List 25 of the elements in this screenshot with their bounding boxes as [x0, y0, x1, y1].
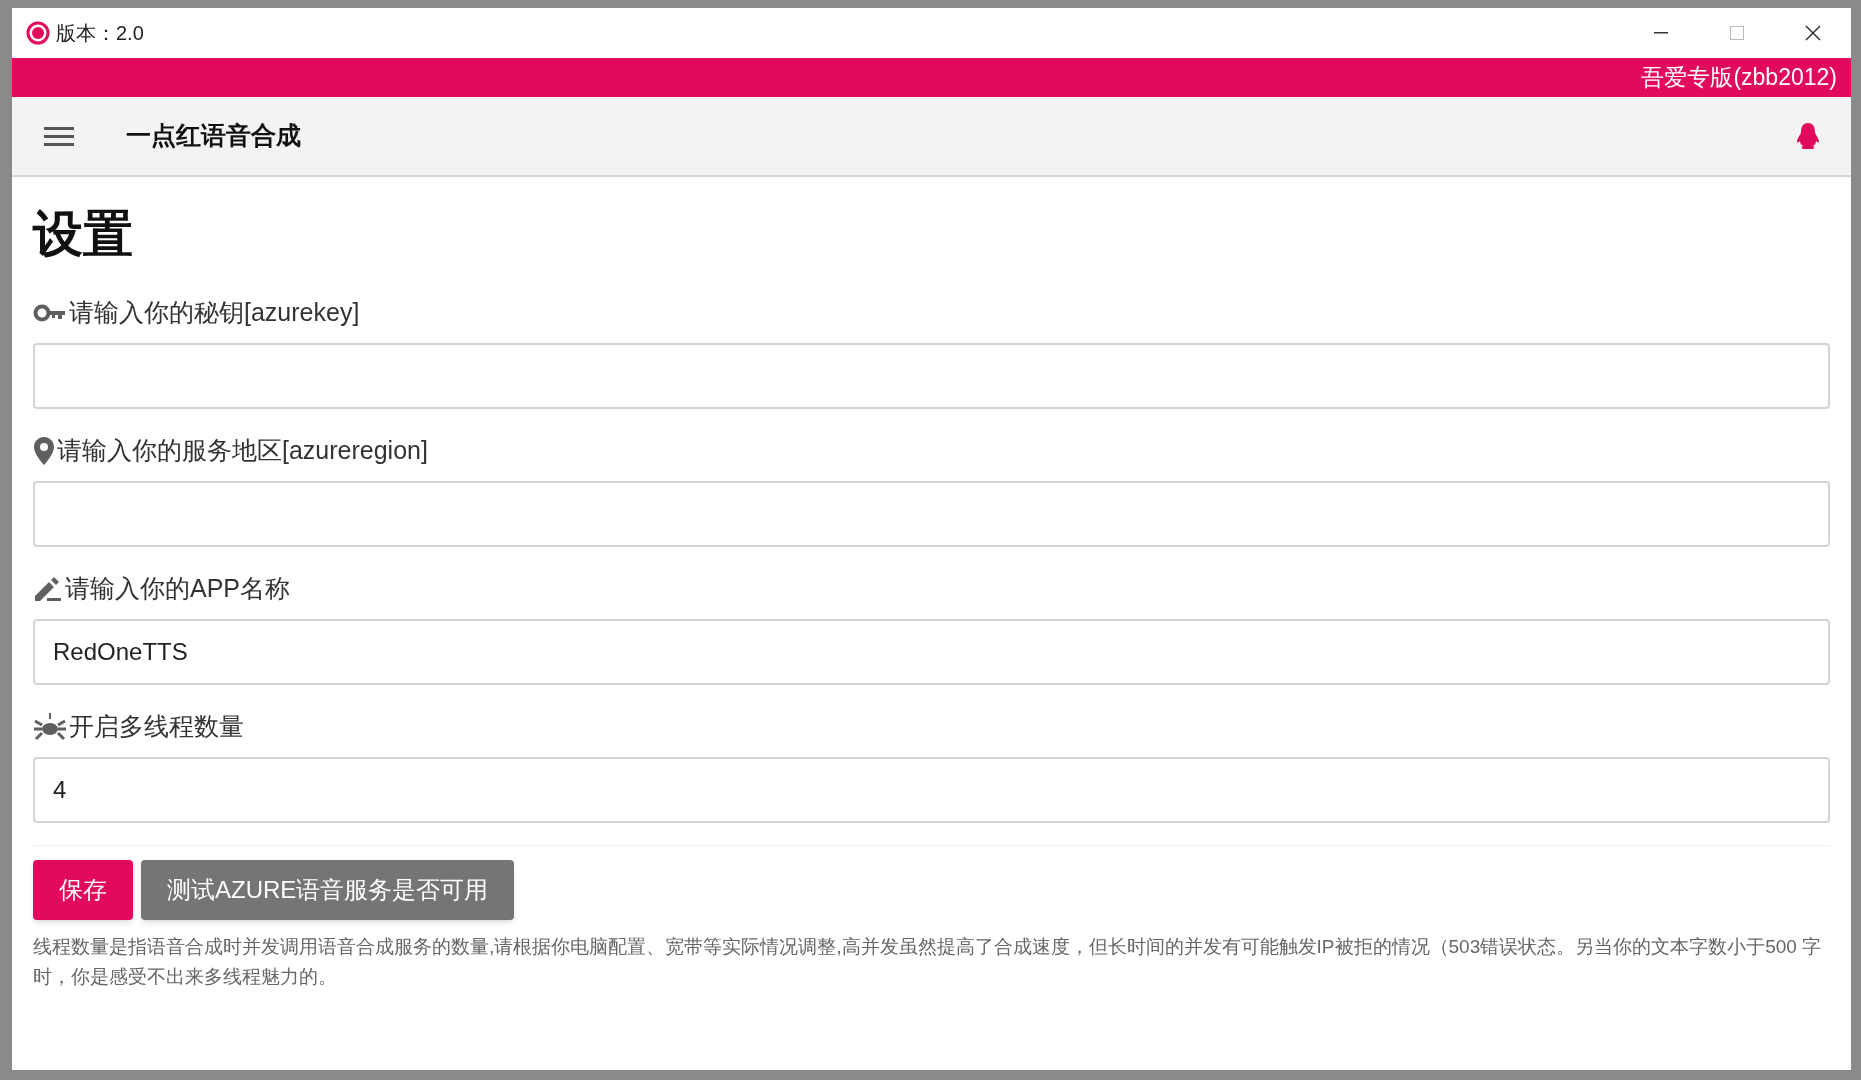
save-button[interactable]: 保存 [33, 860, 133, 920]
input-field[interactable]: RedOneTTS [33, 619, 1830, 685]
field-label: 请输入你的服务地区[azureregion] [57, 435, 428, 467]
field-label: 请输入你的秘钥[azurekey] [69, 297, 360, 329]
input-field[interactable] [33, 343, 1830, 409]
close-icon [1805, 25, 1821, 41]
penguin-icon [1795, 122, 1821, 150]
spider-icon [33, 712, 67, 742]
menu-icon [44, 126, 74, 146]
window-title: 版本：2.0 [56, 21, 144, 46]
app-logo-icon [26, 21, 50, 45]
pencil-icon [33, 576, 63, 602]
banner-text: 吾爱专版(zbb2012) [1641, 63, 1837, 93]
app-title: 一点红语音合成 [126, 120, 301, 152]
minimize-icon [1654, 32, 1668, 34]
location-pin-icon [33, 436, 55, 466]
input-field[interactable] [33, 481, 1830, 547]
input-field[interactable]: 4 [33, 757, 1830, 823]
key-icon [33, 303, 67, 323]
page-heading: 设置 [33, 209, 134, 259]
test-button[interactable]: 测试AZURE语音服务是否可用 [141, 860, 515, 920]
maximize-icon [1730, 26, 1744, 40]
field-label: 请输入你的APP名称 [65, 573, 291, 605]
help-text: 线程数量是指语音合成时并发调用语音合成服务的数量,请根据你电脑配置、宽带等实际情况调整,高并发虽然提高了合成速度，但长时间的并发有可能触发IP被拒的情况（503错误状态。另当你的文本字数小于500 字时，你是感受不出来多线程魅力的。 [33, 935, 1823, 989]
field-label: 开启多线程数量 [69, 711, 244, 743]
